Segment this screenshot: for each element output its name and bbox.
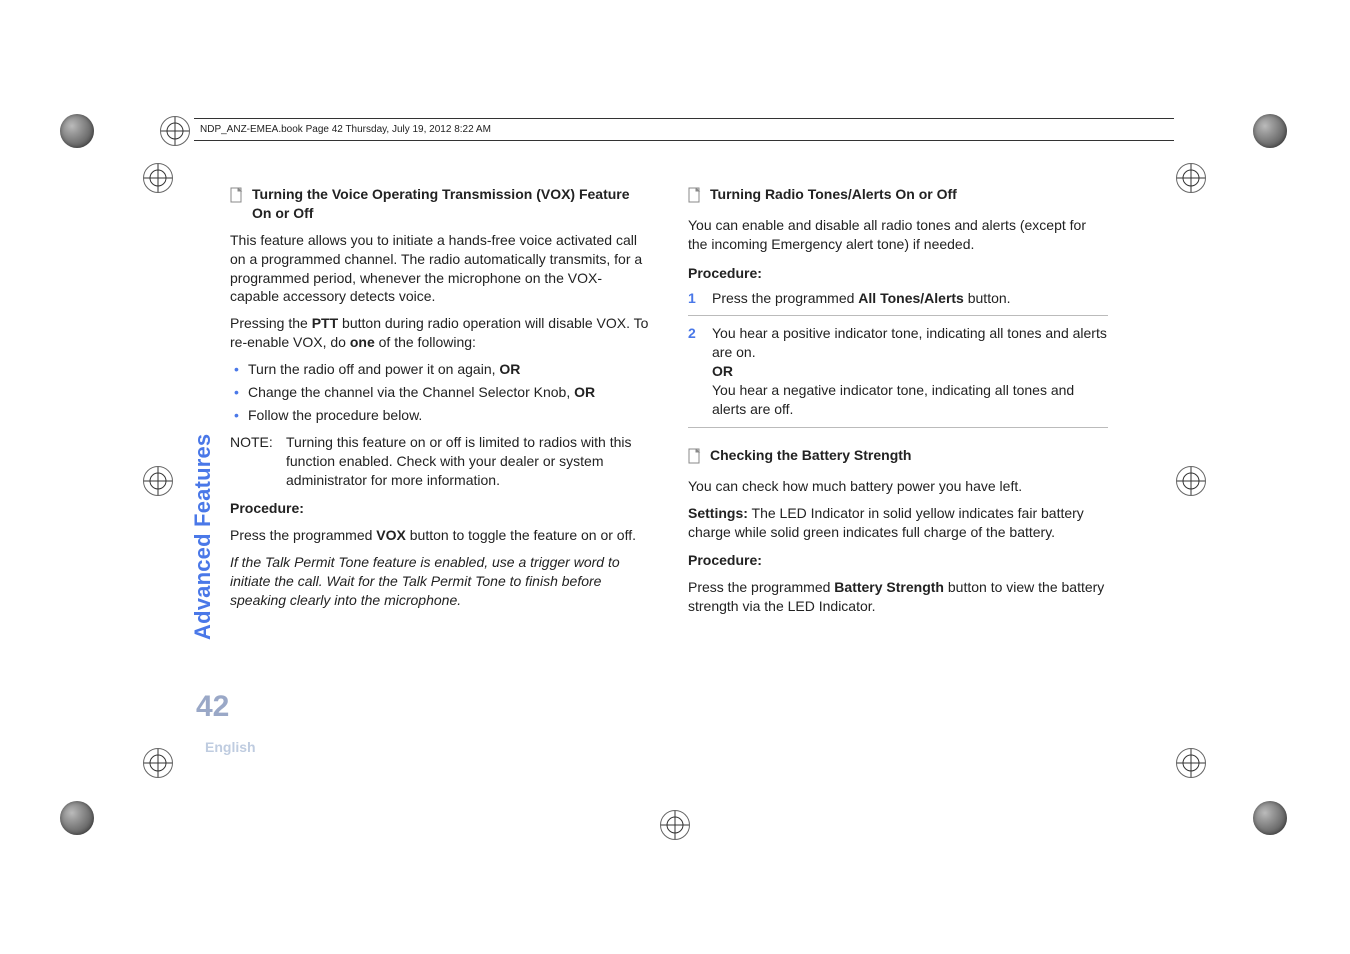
- bullet-list: Turn the radio off and power it on again…: [230, 360, 650, 425]
- registration-ball-tl: [60, 114, 94, 148]
- list-item: Follow the procedure below.: [230, 406, 650, 425]
- text: Pressing the: [230, 315, 312, 331]
- register-mark-tr: [1176, 163, 1206, 193]
- step-item: 2 You hear a positive indicator tone, in…: [688, 318, 1108, 424]
- bold-text: OR: [499, 361, 520, 377]
- heading-text: Turning the Voice Operating Transmission…: [252, 185, 650, 223]
- right-column: Turning Radio Tones/Alerts On or Off You…: [688, 185, 1108, 624]
- procedure-label: Procedure:: [230, 499, 650, 518]
- running-head: NDP_ANZ-EMEA.book Page 42 Thursday, July…: [200, 124, 491, 135]
- text: The LED Indicator in solid yellow indica…: [688, 505, 1084, 540]
- text: You hear a positive indicator tone, indi…: [712, 324, 1108, 362]
- procedure-label: Procedure:: [688, 551, 1108, 570]
- bold-text: VOX: [376, 527, 406, 543]
- register-mark-near-head: [160, 116, 190, 146]
- paragraph: Settings: The LED Indicator in solid yel…: [688, 504, 1108, 542]
- heading-text: Turning Radio Tones/Alerts On or Off: [710, 185, 957, 204]
- section-heading-tones: Turning Radio Tones/Alerts On or Off: [688, 185, 1108, 208]
- registration-ball-tr: [1253, 114, 1287, 148]
- text: You hear a negative indicator tone, indi…: [712, 381, 1108, 419]
- paragraph: You can check how much battery power you…: [688, 477, 1108, 496]
- section-tab: Advanced Features: [190, 434, 216, 640]
- text: Press the programmed: [712, 290, 858, 306]
- registration-ball-bl: [60, 801, 94, 835]
- page-icon: [688, 448, 702, 469]
- registration-ball-br: [1253, 801, 1287, 835]
- paragraph: Press the programmed VOX button to toggl…: [230, 526, 650, 545]
- text: Follow the procedure below.: [248, 407, 422, 423]
- note: NOTE: Turning this feature on or off is …: [230, 433, 650, 490]
- heading-text: Checking the Battery Strength: [710, 446, 911, 465]
- page-icon: [230, 187, 244, 208]
- text: button.: [964, 290, 1011, 306]
- text: Press the programmed: [688, 579, 834, 595]
- bold-text: OR: [574, 384, 595, 400]
- page-icon: [688, 187, 702, 208]
- text: Change the channel via the Channel Selec…: [248, 384, 574, 400]
- header-rule-bottom: [194, 140, 1174, 141]
- language-label: English: [205, 739, 256, 755]
- register-mark-ml: [143, 466, 173, 496]
- paragraph: This feature allows you to initiate a ha…: [230, 231, 650, 307]
- step-body: Press the programmed All Tones/Alerts bu…: [712, 289, 1011, 308]
- step-number: 1: [688, 289, 702, 308]
- register-mark-bl: [143, 748, 173, 778]
- step-divider: [688, 427, 1108, 428]
- step-divider: [688, 315, 1108, 316]
- list-item: Turn the radio off and power it on again…: [230, 360, 650, 379]
- left-column: Turning the Voice Operating Transmission…: [230, 185, 650, 624]
- bold-text: All Tones/Alerts: [858, 290, 964, 306]
- bold-text: Settings:: [688, 505, 748, 521]
- header-rule-top: [194, 118, 1174, 119]
- page-content: Turning the Voice Operating Transmission…: [230, 185, 1110, 624]
- bold-text: Battery Strength: [834, 579, 944, 595]
- paragraph: Press the programmed Battery Strength bu…: [688, 578, 1108, 616]
- section-heading-battery: Checking the Battery Strength: [688, 446, 1108, 469]
- procedure-label: Procedure:: [688, 264, 1108, 283]
- note-body: Turning this feature on or off is limite…: [286, 433, 650, 490]
- bold-text: PTT: [312, 315, 338, 331]
- text: button to toggle the feature on or off.: [406, 527, 636, 543]
- paragraph: Pressing the PTT button during radio ope…: [230, 314, 650, 352]
- list-item: Change the channel via the Channel Selec…: [230, 383, 650, 402]
- register-mark-br: [1176, 748, 1206, 778]
- text: Turn the radio off and power it on again…: [248, 361, 499, 377]
- italic-paragraph: If the Talk Permit Tone feature is enabl…: [230, 553, 650, 610]
- note-label: NOTE:: [230, 433, 278, 490]
- bold-text: OR: [712, 362, 1108, 381]
- step-body: You hear a positive indicator tone, indi…: [712, 324, 1108, 418]
- register-mark-tl: [143, 163, 173, 193]
- text: of the following:: [375, 334, 476, 350]
- section-heading-vox: Turning the Voice Operating Transmission…: [230, 185, 650, 223]
- step-item: 1 Press the programmed All Tones/Alerts …: [688, 283, 1108, 314]
- page-number: 42: [196, 690, 229, 724]
- bold-text: one: [350, 334, 375, 350]
- paragraph: You can enable and disable all radio ton…: [688, 216, 1108, 254]
- register-mark-mr: [1176, 466, 1206, 496]
- step-number: 2: [688, 324, 702, 418]
- text: Press the programmed: [230, 527, 376, 543]
- register-mark-bc: [660, 810, 690, 840]
